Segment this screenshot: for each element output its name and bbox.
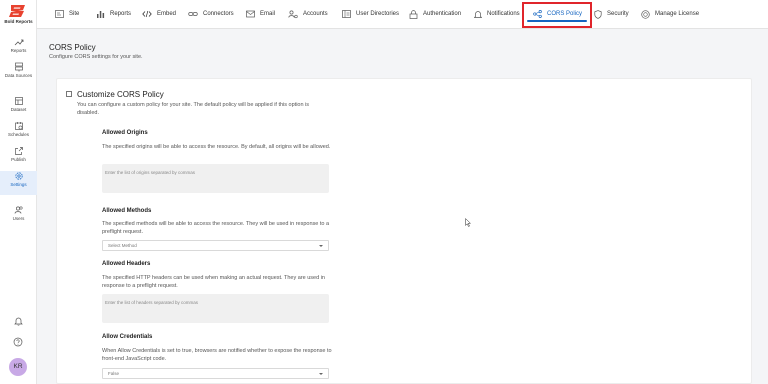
tab-label: Security xyxy=(607,11,629,17)
tab-email[interactable]: Email xyxy=(246,6,275,22)
sidebar-item-label: Dataset xyxy=(10,107,27,112)
tab-authentication[interactable]: Authentication xyxy=(409,6,461,22)
bar-chart-icon xyxy=(97,11,105,18)
tab-label: Authentication xyxy=(423,11,462,17)
sidebar-item-dataset[interactable]: Dataset xyxy=(0,96,37,120)
bell-icon xyxy=(474,10,482,18)
sidebar-item-publish[interactable]: Publish xyxy=(0,146,37,170)
site-icon xyxy=(55,10,64,18)
trend-icon xyxy=(14,39,23,46)
tab-site[interactable]: Site xyxy=(55,6,79,22)
page-title: CORS Policy xyxy=(49,43,96,52)
chevron-down-icon xyxy=(319,373,323,375)
help-icon[interactable] xyxy=(13,337,23,347)
tab-manage-license[interactable]: Manage License xyxy=(641,6,699,22)
allowed-methods-description: The specified methods will be able to ac… xyxy=(102,221,330,235)
settings-tab-bar: Site Reports Embed Connectors Email Acco… xyxy=(37,0,768,29)
cors-settings-card: Customize CORS Policy You can configure … xyxy=(56,78,752,384)
customize-cors-description: You can configure a custom policy for yo… xyxy=(77,102,310,116)
tab-label: Email xyxy=(260,11,276,17)
datasource-icon xyxy=(14,62,23,72)
sidebar-item-label: Reports xyxy=(10,48,27,53)
allowed-methods-title: Allowed Methods xyxy=(102,208,152,214)
tab-label: Accounts xyxy=(303,11,328,17)
shield-icon xyxy=(594,9,602,19)
tab-label: Notifications xyxy=(487,11,520,17)
allow-credentials-title: Allow Credentials xyxy=(102,334,153,340)
tab-label: Reports xyxy=(110,11,132,17)
sidebar-item-label: Data Sources xyxy=(4,73,33,78)
license-icon xyxy=(641,9,650,19)
sidebar: Bold Reports Reports Data Sources Datase… xyxy=(0,0,37,384)
sidebar-item-reports[interactable]: Reports xyxy=(0,38,37,62)
tab-reports[interactable]: Reports xyxy=(96,6,131,22)
tab-embed[interactable]: Embed xyxy=(142,6,176,22)
schedule-icon xyxy=(14,122,23,130)
allowed-headers-title: Allowed Headers xyxy=(102,261,151,267)
lock-icon xyxy=(409,9,418,19)
publish-icon xyxy=(14,147,23,155)
active-tab-indicator xyxy=(527,20,587,22)
sidebar-item-label: Publish xyxy=(11,157,26,162)
sidebar-item-settings[interactable]: Settings xyxy=(0,171,37,195)
mouse-cursor-icon xyxy=(465,218,471,227)
page-subtitle: Configure CORS settings for your site. xyxy=(49,54,143,60)
sidebar-item-label: Schedules xyxy=(7,132,29,137)
directory-icon xyxy=(342,10,351,18)
allowed-origins-description: The specified origins will be able to ac… xyxy=(102,144,331,150)
tab-label: Manage License xyxy=(655,11,700,17)
allowed-origins-title: Allowed Origins xyxy=(102,130,148,136)
accounts-icon xyxy=(288,10,298,18)
tab-accounts[interactable]: Accounts xyxy=(288,6,328,22)
allow-credentials-value: False xyxy=(108,371,120,376)
tab-security[interactable]: Security xyxy=(594,6,629,22)
bold-reports-logo[interactable] xyxy=(8,4,28,18)
sidebar-item-schedules[interactable]: Schedules xyxy=(0,121,37,145)
customize-cors-checkbox[interactable] xyxy=(66,91,72,97)
users-icon xyxy=(14,206,23,214)
link-icon xyxy=(188,12,198,16)
dataset-icon xyxy=(14,97,23,105)
customize-cors-label[interactable]: Customize CORS Policy xyxy=(77,90,164,99)
highlight-box xyxy=(522,2,592,28)
chevron-down-icon xyxy=(319,245,323,247)
tab-notifications[interactable]: Notifications xyxy=(474,6,520,22)
tab-label: User Directories xyxy=(356,11,400,17)
allowed-headers-input[interactable]: Enter the list of headers separated by c… xyxy=(102,294,329,323)
sidebar-item-data-sources[interactable]: Data Sources xyxy=(0,62,37,86)
allowed-methods-select[interactable]: Select Method xyxy=(102,240,329,251)
allowed-methods-value: Select Method xyxy=(108,243,137,248)
sidebar-item-label: Users xyxy=(12,216,25,221)
allowed-headers-description: The specified HTTP headers can be used w… xyxy=(102,275,325,289)
tab-label: Site xyxy=(69,11,80,17)
allow-credentials-select[interactable]: False xyxy=(102,368,329,379)
tab-user-directories[interactable]: User Directories xyxy=(342,6,399,22)
email-icon xyxy=(246,10,255,18)
tab-connectors[interactable]: Connectors xyxy=(188,6,234,22)
bell-icon[interactable] xyxy=(14,316,23,326)
allow-credentials-description: When Allow Credentials is set to true, b… xyxy=(102,348,332,362)
avatar[interactable]: KR xyxy=(9,358,27,376)
tab-label: Embed xyxy=(157,11,177,17)
sidebar-item-label: Settings xyxy=(10,182,27,187)
sidebar-item-users[interactable]: Users xyxy=(0,205,37,229)
tab-label: Connectors xyxy=(203,11,234,17)
code-icon xyxy=(142,10,152,18)
allowed-origins-input[interactable]: Enter the list of origins separated by c… xyxy=(102,164,329,193)
gear-icon xyxy=(14,172,23,180)
logo-text: Bold Reports xyxy=(4,19,33,24)
